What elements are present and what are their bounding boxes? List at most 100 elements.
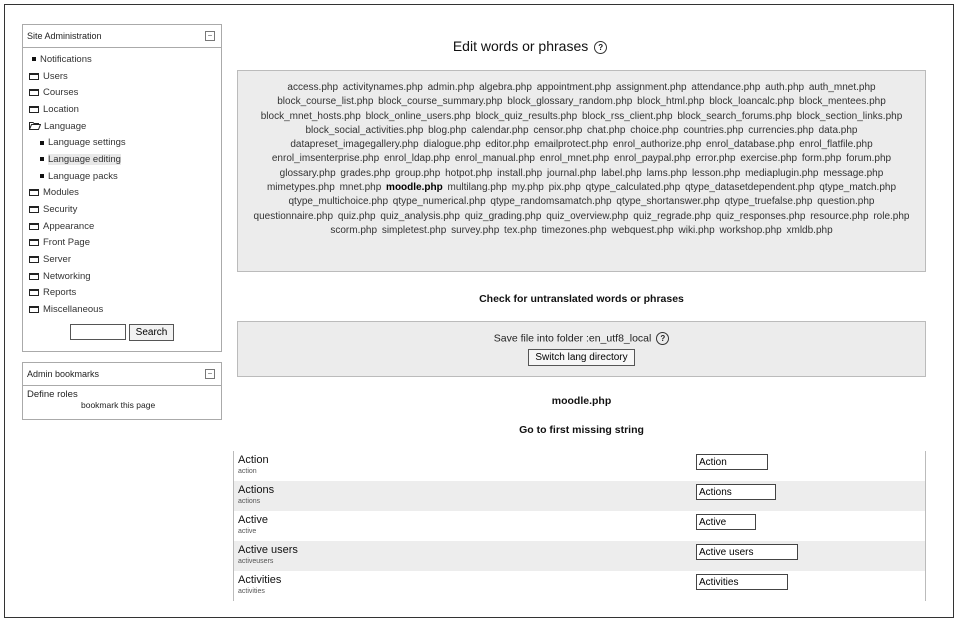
language-file-link[interactable]: multilang.php (448, 182, 507, 193)
sidebar-item-users[interactable]: Users (29, 68, 221, 85)
language-file-link[interactable]: exercise.php (740, 153, 797, 164)
language-file-link[interactable]: install.php (497, 168, 542, 179)
language-file-link[interactable]: webquest.php (611, 225, 673, 236)
language-file-link[interactable]: quiz_regrade.php (633, 211, 711, 222)
language-file-link[interactable]: group.php (395, 168, 440, 179)
language-file-link[interactable]: blog.php (428, 125, 466, 136)
language-file-link[interactable]: countries.php (683, 125, 743, 136)
first-missing-string-link[interactable]: Go to first missing string (237, 424, 926, 436)
language-file-link[interactable]: enrol_flatfile.php (799, 139, 872, 150)
language-file-link[interactable]: block_loancalc.php (709, 96, 794, 107)
language-file-link[interactable]: currencies.php (748, 125, 814, 136)
language-file-link[interactable]: block_course_summary.php (378, 96, 502, 107)
sidebar-item-courses[interactable]: Courses (29, 84, 221, 101)
language-file-link[interactable]: error.php (696, 153, 736, 164)
sidebar-item-appearance[interactable]: Appearance (29, 218, 221, 235)
language-file-link[interactable]: admin.php (428, 82, 475, 93)
language-file-link[interactable]: timezones.php (542, 225, 607, 236)
language-file-link[interactable]: glossary.php (280, 168, 336, 179)
language-file-link[interactable]: access.php (287, 82, 338, 93)
collapse-toggle-icon[interactable]: − (205, 369, 215, 379)
sidebar-item-language-settings[interactable]: Language settings (29, 134, 221, 151)
sidebar-item-language-packs[interactable]: Language packs (29, 168, 221, 185)
language-file-link[interactable]: lesson.php (692, 168, 740, 179)
language-file-link[interactable]: qtype_datasetdependent.php (685, 182, 815, 193)
language-file-link[interactable]: resource.php (810, 211, 868, 222)
bookmark-link-define-roles[interactable]: Define roles (23, 386, 221, 400)
language-file-link[interactable]: assignment.php (616, 82, 687, 93)
language-file-link[interactable]: qtype_randomsamatch.php (490, 196, 611, 207)
language-file-link[interactable]: enrol_mnet.php (540, 153, 610, 164)
language-file-link[interactable]: grades.php (340, 168, 390, 179)
language-file-link[interactable]: chat.php (587, 125, 625, 136)
language-file-link[interactable]: scorm.php (330, 225, 377, 236)
sidebar-item-server[interactable]: Server (29, 251, 221, 268)
language-file-link[interactable]: editor.php (485, 139, 529, 150)
language-file-link[interactable]: survey.php (451, 225, 499, 236)
search-button[interactable]: Search (128, 324, 175, 341)
language-file-link[interactable]: data.php (819, 125, 858, 136)
language-file-link[interactable]: block_search_forums.php (677, 111, 792, 122)
language-file-link[interactable]: censor.php (533, 125, 582, 136)
string-translation-input[interactable] (696, 514, 756, 530)
sidebar-item-location[interactable]: Location (29, 101, 221, 118)
language-file-link[interactable]: enrol_authorize.php (613, 139, 701, 150)
language-file-link[interactable]: mnet.php (340, 182, 382, 193)
language-file-link[interactable]: block_social_activities.php (305, 125, 423, 136)
language-file-link[interactable]: qtype_calculated.php (586, 182, 681, 193)
language-file-link[interactable]: block_mentees.php (799, 96, 886, 107)
string-translation-input[interactable] (696, 484, 776, 500)
sidebar-item-networking[interactable]: Networking (29, 268, 221, 285)
language-file-link[interactable]: tex.php (504, 225, 537, 236)
language-file-link[interactable]: block_glossary_random.php (507, 96, 632, 107)
sidebar-item-miscellaneous[interactable]: Miscellaneous (29, 301, 221, 318)
language-file-link[interactable]: appointment.php (537, 82, 612, 93)
language-file-link[interactable]: qtype_match.php (819, 182, 896, 193)
language-file-link[interactable]: enrol_imsenterprise.php (272, 153, 379, 164)
language-file-link[interactable]: quiz.php (338, 211, 376, 222)
language-file-link[interactable]: choice.php (630, 125, 678, 136)
language-file-link[interactable]: mediaplugin.php (745, 168, 818, 179)
help-icon[interactable]: ? (594, 40, 608, 54)
sidebar-item-language-editing[interactable]: Language editing (29, 151, 221, 168)
sidebar-item-front-page[interactable]: Front Page (29, 235, 221, 252)
language-file-link[interactable]: forum.php (846, 153, 891, 164)
language-file-link[interactable]: activitynames.php (343, 82, 423, 93)
language-file-link[interactable]: lams.php (647, 168, 688, 179)
language-file-link[interactable]: form.php (802, 153, 841, 164)
language-file-link[interactable]: enrol_database.php (706, 139, 794, 150)
language-file-link[interactable]: block_course_list.php (277, 96, 373, 107)
language-file-link[interactable]: qtype_truefalse.php (725, 196, 813, 207)
string-translation-input[interactable] (696, 454, 768, 470)
language-file-link[interactable]: dialogue.php (423, 139, 480, 150)
language-file-link[interactable]: xmldb.php (787, 225, 833, 236)
sidebar-item-notifications[interactable]: Notifications (29, 51, 221, 68)
language-file-link[interactable]: workshop.php (719, 225, 781, 236)
language-file-link[interactable]: emailprotect.php (534, 139, 608, 150)
language-file-link[interactable]: qtype_numerical.php (393, 196, 486, 207)
language-file-link[interactable]: block_rss_client.php (582, 111, 673, 122)
language-file-link[interactable]: mimetypes.php (267, 182, 335, 193)
language-file-link[interactable]: auth.php (765, 82, 804, 93)
language-file-link[interactable]: enrol_manual.php (455, 153, 535, 164)
language-file-link[interactable]: auth_mnet.php (809, 82, 876, 93)
language-file-link[interactable]: label.php (601, 168, 642, 179)
language-file-link[interactable]: block_section_links.php (797, 111, 903, 122)
admin-search-input[interactable] (69, 324, 126, 340)
sidebar-item-modules[interactable]: Modules (29, 185, 221, 202)
sidebar-item-security[interactable]: Security (29, 201, 221, 218)
untranslated-link[interactable]: Check for untranslated words or phrases (237, 293, 926, 305)
language-file-link[interactable]: block_quiz_results.php (475, 111, 577, 122)
language-file-link[interactable]: algebra.php (479, 82, 532, 93)
language-file-link[interactable]: qtype_shortanswer.php (616, 196, 719, 207)
language-file-link[interactable]: enrol_ldap.php (384, 153, 450, 164)
language-file-link[interactable]: journal.php (547, 168, 596, 179)
language-file-link[interactable]: hotpot.php (445, 168, 492, 179)
language-file-link[interactable]: question.php (817, 196, 874, 207)
help-icon[interactable]: ? (656, 332, 670, 345)
language-file-link[interactable]: quiz_grading.php (465, 211, 542, 222)
language-file-link[interactable]: message.php (823, 168, 883, 179)
language-file-link[interactable]: enrol_paypal.php (614, 153, 691, 164)
language-file-link[interactable]: block_online_users.php (366, 111, 471, 122)
language-file-link[interactable]: block_html.php (637, 96, 704, 107)
